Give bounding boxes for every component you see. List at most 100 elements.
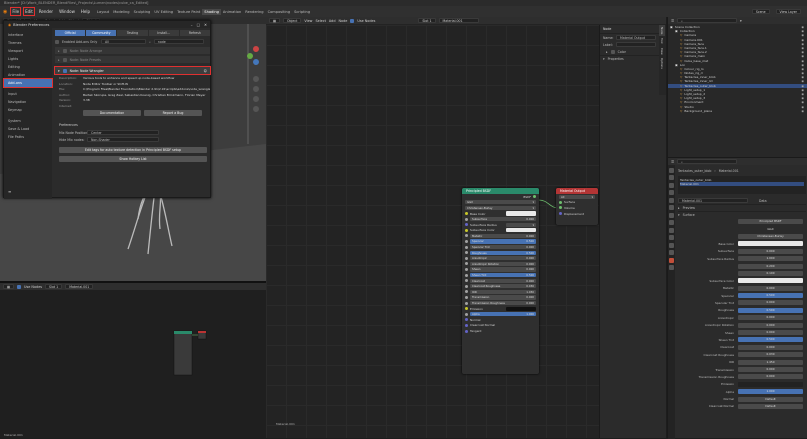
socket-dot[interactable] (465, 284, 468, 288)
workspace-tab[interactable]: Modeling (111, 9, 131, 15)
property-field[interactable]: 0.000 (738, 285, 803, 291)
socket-dot[interactable] (465, 223, 468, 227)
property-field[interactable] (738, 381, 803, 387)
props-tab-output-icon[interactable] (669, 182, 674, 188)
subsurface-method-dropdown[interactable]: Christensen-Burley ▾ (465, 205, 536, 211)
output-socket-dot[interactable] (533, 195, 536, 199)
outliner-item[interactable]: ▽ Background_plane ◉ (668, 109, 807, 113)
use-nodes-checkbox[interactable] (350, 18, 355, 23)
props-tab-particles-icon[interactable] (669, 227, 674, 233)
slot-item[interactable]: Material.001 (680, 182, 804, 187)
addon-node-wrangler[interactable]: ▾ Node: Node Wrangler ☺ (54, 66, 211, 75)
hamburger-menu-icon[interactable]: ≡ (8, 189, 11, 194)
props-tab-world-icon[interactable] (669, 205, 674, 210)
socket-dot[interactable] (465, 273, 468, 277)
socket-dot[interactable] (465, 256, 468, 260)
props-tab-tool-icon[interactable] (669, 167, 674, 173)
surface-panel-header[interactable]: ▾ Surface (678, 211, 806, 218)
props-tab-render-icon[interactable] (669, 175, 674, 180)
props-tab-data-icon[interactable] (669, 250, 674, 255)
sidebar-tab-options[interactable]: Options (659, 56, 665, 71)
material-dropdown[interactable]: Material.001 (438, 18, 479, 23)
menu-edit[interactable]: Edit (23, 7, 35, 16)
workspace-tab[interactable]: Compositing (266, 9, 293, 15)
menu-help[interactable]: Help (80, 8, 91, 15)
workspace-tab[interactable]: Shading (202, 8, 221, 15)
socket-dropdown[interactable]: ▾ (506, 222, 536, 227)
socket-value-field[interactable]: Subsurface 0.000 (470, 217, 536, 222)
tab-official[interactable]: Official (55, 30, 86, 36)
property-field[interactable]: Default (738, 403, 803, 409)
refresh-button[interactable]: Refresh (179, 30, 211, 36)
node-label-input[interactable] (616, 42, 656, 47)
prefs-nav-animation[interactable]: Animation (4, 71, 52, 79)
property-field[interactable]: 0.000 (738, 315, 803, 321)
socket-dot[interactable] (465, 329, 468, 333)
blender-logo-icon[interactable]: ◉ (3, 9, 7, 15)
props-tab-texture-icon[interactable] (669, 265, 674, 270)
socket-value-field[interactable]: Clearcoat Roughness 0.030 (470, 284, 536, 289)
view-layer-selector[interactable]: View Layer (775, 9, 801, 14)
mix-node-dropdown[interactable]: Center (87, 130, 159, 135)
edit-tags-button[interactable]: Edit tags for auto texture detection in … (59, 147, 207, 153)
socket-value-field[interactable]: Sheen Tint 0.500 (470, 273, 536, 278)
property-field[interactable]: 0.000 (738, 344, 803, 350)
socket-dot[interactable] (465, 295, 468, 299)
socket-value-field[interactable]: Transmission 0.000 (470, 295, 536, 300)
properties-search[interactable]: ⌕ (677, 159, 738, 164)
lower-slot-dropdown[interactable]: Slot 1 (45, 284, 63, 289)
prefs-nav-lights[interactable]: Lights (4, 55, 52, 63)
report-bug-button[interactable]: Report a Bug (144, 110, 202, 116)
socket-value-field[interactable]: Anisotropic 0.000 (470, 256, 536, 261)
socket-value-field[interactable]: Metallic 0.000 (470, 233, 536, 239)
workspace-tab[interactable]: Texture Paint (175, 9, 202, 15)
minimize-icon[interactable]: – (191, 23, 193, 27)
show-hotkey-list-button[interactable]: Show Hotkey List (59, 156, 207, 162)
socket-dot[interactable] (465, 268, 468, 272)
socket-dot[interactable] (465, 240, 468, 244)
material-datablock[interactable]: Material.001 (678, 198, 748, 203)
addon-search-input[interactable]: node (153, 39, 204, 44)
visibility-eye-icon[interactable]: ◉ (801, 109, 807, 113)
scene-selector[interactable]: Scene (751, 9, 770, 14)
preview-panel-header[interactable]: ▸ Preview (678, 204, 806, 211)
tab-testing[interactable]: Testing (117, 30, 148, 36)
addon-wrangler-checkbox[interactable] (62, 68, 67, 73)
socket-value-field[interactable]: IOR 1.450 (470, 289, 536, 294)
workspace-tab[interactable]: Animation (221, 9, 243, 15)
prefs-nav-editing[interactable]: Editing (4, 63, 52, 71)
prefs-nav-save-load[interactable]: Save & Load (4, 125, 52, 133)
sidebar-tab-node[interactable]: Node (659, 25, 665, 37)
prefs-nav-input[interactable]: Input (4, 90, 52, 98)
props-tab-modifiers-icon[interactable] (669, 220, 674, 225)
socket-dot[interactable] (465, 217, 468, 221)
property-field[interactable]: 1.450 (738, 359, 803, 365)
distribution-prop[interactable]: GGX (738, 226, 803, 232)
principled-bsdf-node[interactable]: Principled BSDF BSDF GGX ▾ Christensen-Bu… (462, 188, 539, 374)
expand-arrow-icon[interactable]: ▸ (58, 49, 60, 53)
material-slots[interactable]: Tentacles_outer_blob Material.001 (678, 176, 806, 194)
surface-shader-field[interactable]: Principled BSDF (738, 219, 803, 225)
socket-dot[interactable] (465, 307, 468, 311)
prefs-nav-themes[interactable]: Themes (4, 39, 52, 47)
socket-dot[interactable] (465, 323, 468, 327)
preview-expand-icon[interactable]: ▸ (678, 206, 680, 210)
socket-value-field[interactable]: Transmission Roughness 0.000 (470, 300, 536, 306)
prefs-nav-keymap[interactable]: Keymap (4, 106, 52, 114)
volume-socket-dot[interactable] (559, 206, 562, 210)
property-field[interactable]: 0.500 (738, 293, 803, 299)
property-field[interactable]: 1.000 (738, 256, 803, 262)
enabled-only-checkbox[interactable] (55, 39, 59, 44)
maximize-icon[interactable]: □ (197, 23, 200, 27)
properties-expand-icon[interactable]: ▾ (603, 57, 605, 61)
sidebar-tab-tool[interactable]: Tool (659, 36, 665, 45)
tab-community[interactable]: Community (86, 30, 117, 36)
prefs-nav-system[interactable]: System (4, 117, 52, 125)
prefs-nav-add-ons[interactable]: Add-ons (3, 78, 53, 88)
socket-value-field[interactable]: Specular 0.500 (470, 239, 536, 244)
workspace-tab[interactable]: Sculpting (132, 9, 153, 15)
collapse-arrow-icon[interactable]: ▾ (58, 69, 60, 73)
material-output-node[interactable]: Material Output All ▾ Surface Volume Disp… (556, 188, 598, 225)
socket-dot[interactable] (465, 262, 468, 266)
property-field[interactable] (738, 278, 803, 284)
